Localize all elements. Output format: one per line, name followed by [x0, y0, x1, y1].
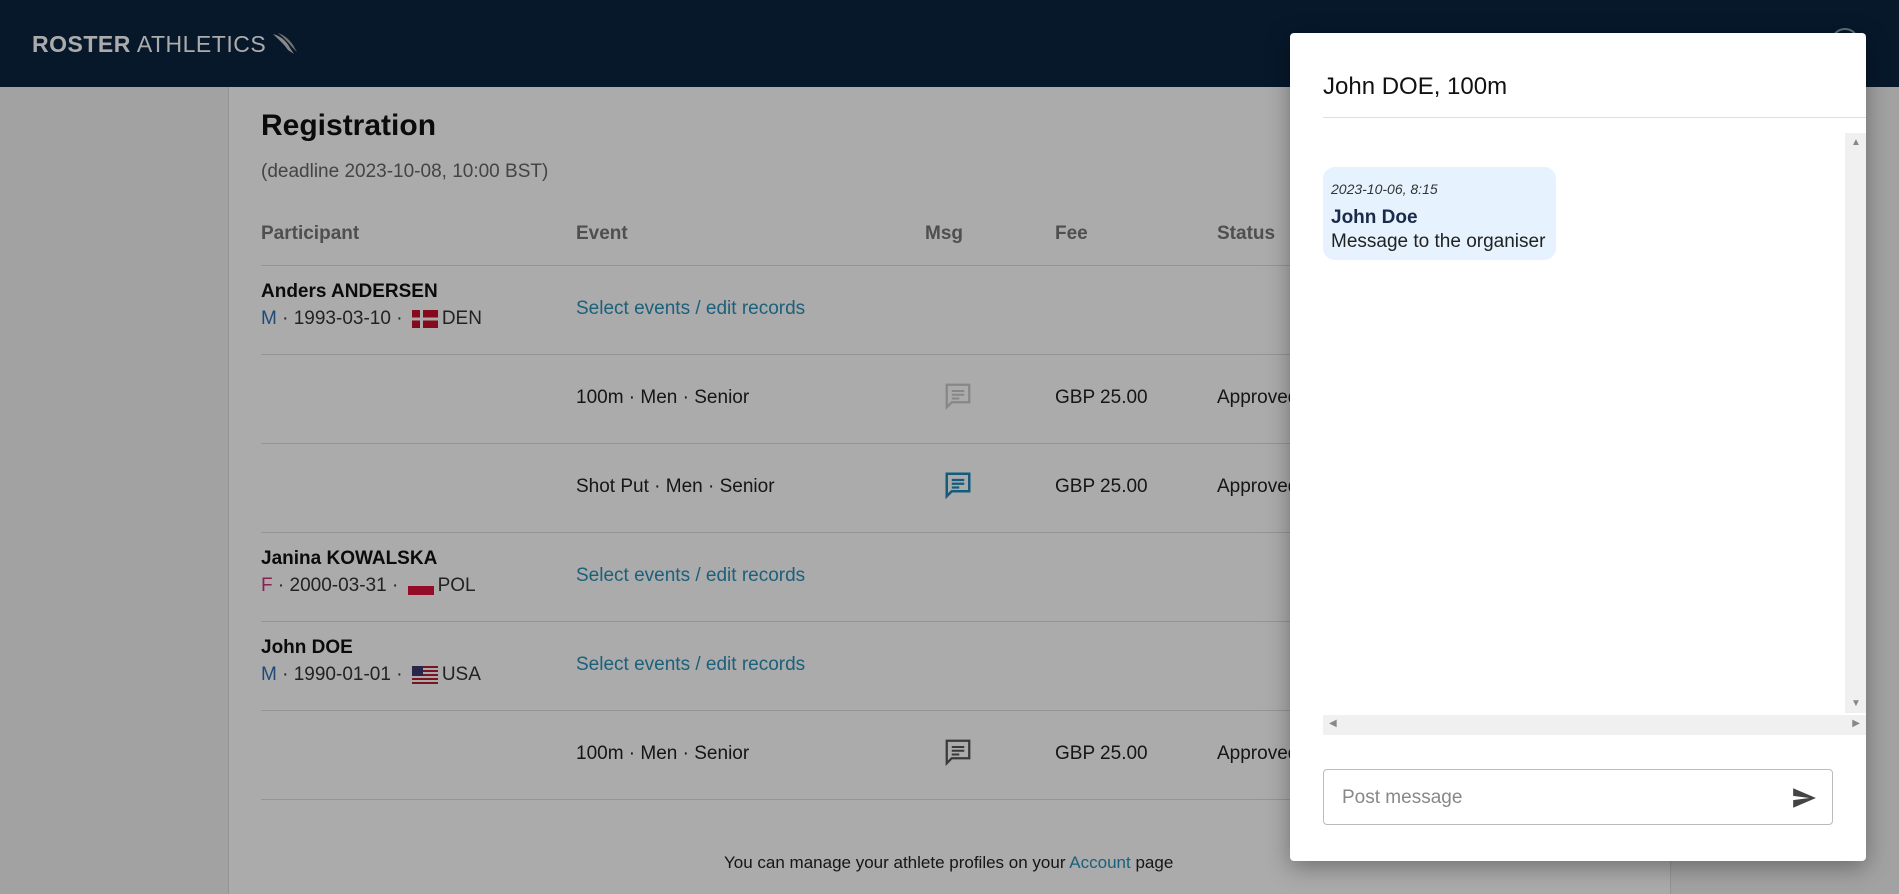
send-icon[interactable] [1790, 785, 1818, 811]
scroll-right-icon[interactable]: ▶ [1852, 718, 1860, 729]
post-message-field[interactable] [1323, 769, 1833, 825]
message-timestamp: 2023-10-06, 8:15 [1331, 181, 1438, 197]
scroll-up-icon[interactable]: ▲ [1851, 137, 1861, 148]
message-text: Message to the organiser [1331, 231, 1546, 252]
scroll-left-icon[interactable]: ◀ [1329, 718, 1337, 729]
message-author: John Doe [1331, 207, 1418, 228]
scroll-down-icon[interactable]: ▼ [1851, 698, 1861, 709]
message-bubble: 2023-10-06, 8:15 John Doe Message to the… [1323, 167, 1556, 260]
dialog-divider [1323, 117, 1866, 118]
message-thread[interactable]: 2023-10-06, 8:15 John Doe Message to the… [1323, 133, 1866, 735]
vertical-scrollbar[interactable]: ▲ ▼ [1845, 133, 1866, 713]
horizontal-scrollbar[interactable]: ◀ ▶ [1323, 715, 1866, 735]
post-message-input[interactable] [1340, 784, 1774, 812]
dialog-title: John DOE, 100m [1323, 73, 1508, 100]
message-dialog: John DOE, 100m 2023-10-06, 8:15 John Doe… [1290, 33, 1866, 861]
